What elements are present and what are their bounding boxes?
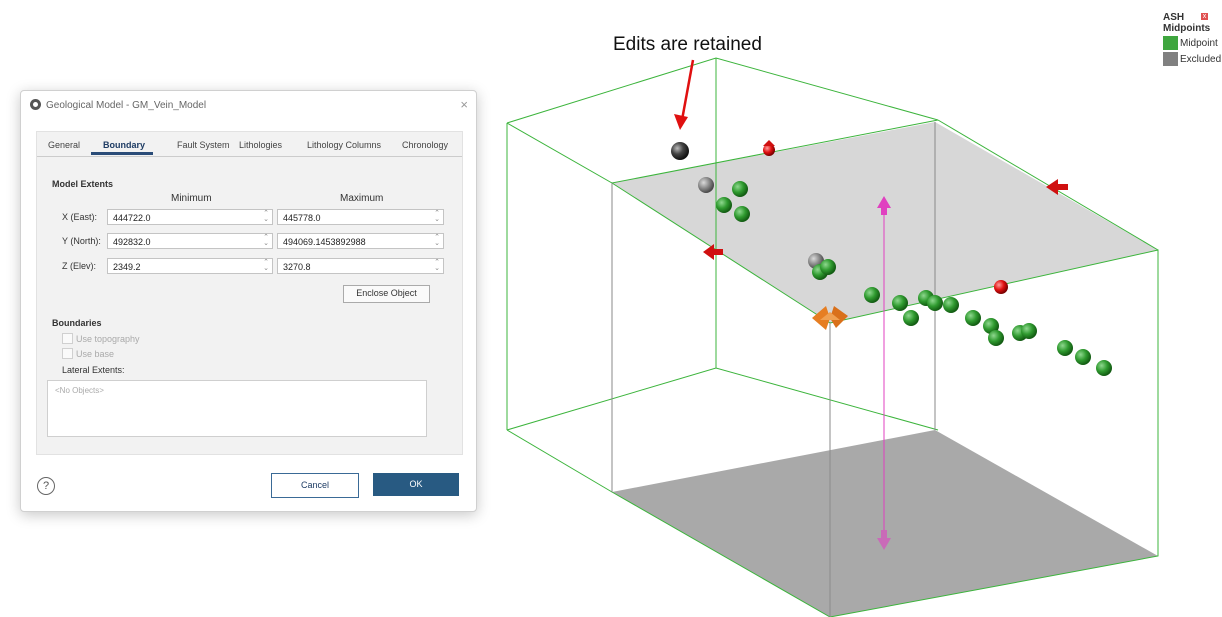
use-base-checkbox[interactable]: Use base (62, 348, 114, 359)
help-icon[interactable]: ? (37, 477, 55, 495)
legend-label: Excluded (1180, 53, 1222, 65)
z-min-value: 2349.2 (113, 262, 141, 272)
tab-chronology[interactable]: Chronology (402, 140, 448, 150)
midpoint[interactable] (1096, 360, 1112, 376)
spinner-icon[interactable]: ⌃ ⌄ (263, 210, 269, 223)
y-min-value: 492832.0 (113, 237, 151, 247)
y-max-value: 494069.1453892988 (283, 237, 366, 247)
close-icon[interactable]: × (460, 97, 468, 112)
axis-arrow-down-shaft (881, 530, 887, 539)
use-topography-checkbox[interactable]: Use topography (62, 333, 140, 344)
legend-title-line1: ASH (1163, 12, 1185, 23)
x-min-value: 444722.0 (113, 213, 151, 223)
midpoint[interactable] (892, 295, 908, 311)
minimum-column-header: Minimum (171, 193, 212, 204)
midpoint[interactable] (732, 181, 748, 197)
midpoint[interactable] (864, 287, 880, 303)
model-extents-heading: Model Extents (52, 179, 114, 189)
legend: ASH Midpoints x Midpoint Excluded (1163, 12, 1221, 66)
spinner-icon[interactable]: ⌃ ⌄ (263, 234, 269, 247)
tab-lithology-columns[interactable]: Lithology Columns (307, 140, 381, 150)
spinner-icon[interactable]: ⌃ ⌄ (434, 259, 440, 272)
tab-lithologies[interactable]: Lithologies (239, 140, 282, 150)
tab-bar: General Boundary Fault System Lithologie… (37, 132, 462, 157)
lateral-extents-list[interactable]: <No Objects> (47, 380, 427, 437)
boundaries-heading: Boundaries (52, 318, 102, 328)
legend-item-excluded[interactable]: Excluded (1163, 52, 1221, 66)
legend-close-icon[interactable]: x (1201, 13, 1208, 20)
cancel-button[interactable]: Cancel (271, 473, 359, 498)
use-base-label: Use base (76, 348, 115, 359)
app-logo-icon (30, 99, 41, 110)
legend-item-midpoint[interactable]: Midpoint (1163, 36, 1221, 50)
use-topography-label: Use topography (76, 333, 140, 344)
midpoint[interactable] (988, 330, 1004, 346)
midpoint[interactable] (927, 295, 943, 311)
legend-swatch-midpoint (1163, 36, 1178, 50)
maximum-column-header: Maximum (340, 193, 384, 204)
z-elev-label: Z (Elev): (62, 261, 97, 271)
z-min-field[interactable]: 2349.2 ⌃ ⌄ (107, 258, 273, 274)
lateral-extents-label: Lateral Extents: (62, 365, 125, 375)
bottom-boundary-plane (612, 430, 1158, 617)
midpoint[interactable] (1057, 340, 1073, 356)
x-min-field[interactable]: 444722.0 ⌃ ⌄ (107, 209, 273, 225)
tab-fault-system[interactable]: Fault System (177, 140, 230, 150)
no-objects-placeholder: <No Objects> (55, 386, 104, 395)
x-max-field[interactable]: 445778.0 ⌃ ⌄ (277, 209, 444, 225)
active-tab-indicator (91, 152, 153, 155)
midpoint[interactable] (820, 259, 836, 275)
checkbox-box[interactable] (62, 348, 73, 359)
midpoint[interactable] (903, 310, 919, 326)
top-boundary-plane (612, 122, 1158, 323)
legend-label: Midpoint (1180, 37, 1218, 49)
spinner-icon[interactable]: ⌃ ⌄ (434, 234, 440, 247)
midpoint[interactable] (734, 206, 750, 222)
annotation-arrow-line (680, 59, 695, 121)
enclose-object-button[interactable]: Enclose Object (343, 285, 430, 303)
annotation-arrow-head-icon (674, 114, 688, 130)
midpoint[interactable] (716, 197, 732, 213)
ok-button[interactable]: OK (373, 473, 459, 496)
annotation-label: Edits are retained (613, 34, 762, 55)
midpoint[interactable] (1075, 349, 1091, 365)
dialog-panel: General Boundary Fault System Lithologie… (36, 131, 463, 455)
x-east-label: X (East): (62, 212, 98, 222)
legend-title-line2: Midpoints (1163, 23, 1211, 34)
spinner-icon[interactable]: ⌃ ⌄ (434, 210, 440, 223)
z-max-field[interactable]: 3270.8 ⌃ ⌄ (277, 258, 444, 274)
y-max-field[interactable]: 494069.1453892988 ⌃ ⌄ (277, 233, 444, 249)
boundary-control-handle[interactable] (994, 280, 1008, 294)
z-max-value: 3270.8 (283, 262, 311, 272)
x-max-value: 445778.0 (283, 213, 321, 223)
axis-arrow-up-shaft (881, 207, 887, 215)
midpoint[interactable] (1021, 323, 1037, 339)
y-north-label: Y (North): (62, 236, 101, 246)
tab-boundary[interactable]: Boundary (103, 140, 145, 150)
excluded-point[interactable] (698, 177, 714, 193)
boundary-control-handle[interactable] (763, 140, 775, 156)
spinner-icon[interactable]: ⌃ ⌄ (263, 259, 269, 272)
excluded-point-selected[interactable] (671, 142, 689, 160)
geological-model-dialog: Geological Model - GM_Vein_Model × Gener… (20, 90, 477, 512)
y-min-field[interactable]: 492832.0 ⌃ ⌄ (107, 233, 273, 249)
legend-swatch-excluded (1163, 52, 1178, 66)
checkbox-box[interactable] (62, 333, 73, 344)
midpoint[interactable] (965, 310, 981, 326)
tab-general[interactable]: General (48, 140, 80, 150)
midpoint[interactable] (943, 297, 959, 313)
dialog-title: Geological Model - GM_Vein_Model (46, 100, 207, 111)
dialog-titlebar[interactable]: Geological Model - GM_Vein_Model × (21, 91, 476, 121)
